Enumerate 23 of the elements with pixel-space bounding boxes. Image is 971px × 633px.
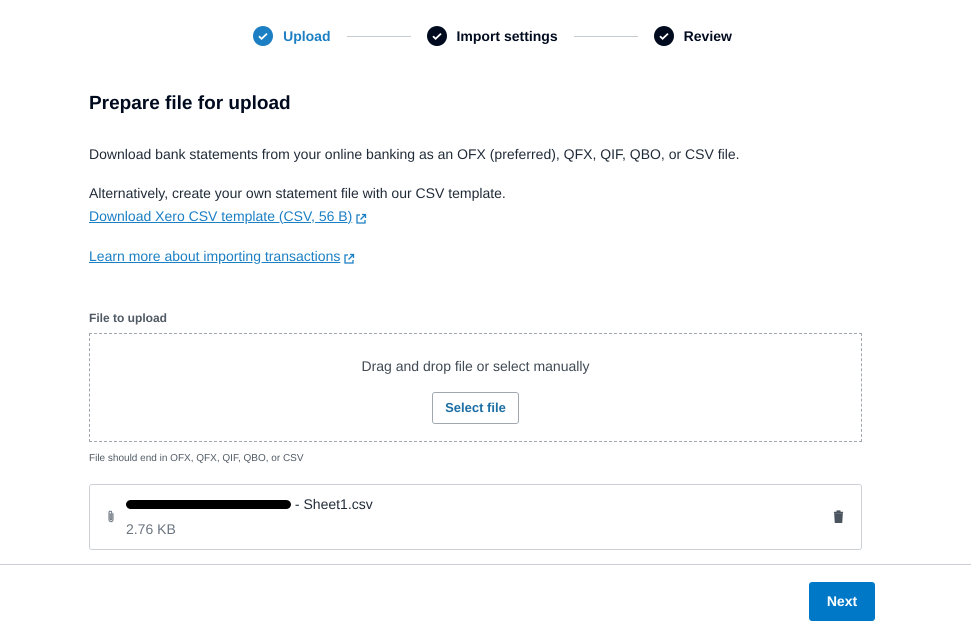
alternative-text: Alternatively, create your own statement file with our CSV template. bbox=[89, 184, 507, 203]
page-heading: Prepare file for upload bbox=[89, 92, 292, 116]
step-tab[interactable]: Import settings bbox=[426, 26, 558, 46]
file-size: 2.76 KB bbox=[126, 520, 177, 538]
check-circle-icon bbox=[253, 26, 274, 46]
check-circle-icon bbox=[654, 26, 674, 46]
link[interactable]: Download Xero CSV template (CSV, 56 B) bbox=[89, 206, 352, 226]
select-file-button[interactable]: Select file bbox=[432, 392, 519, 424]
external-link-icon bbox=[355, 212, 368, 224]
intro-text: Download bank statements from your online banking as an OFX (preferred), QFX, QIF, QBO, or CSV file. bbox=[89, 144, 740, 164]
drop-text: Drag and drop file or select manually bbox=[361, 356, 590, 376]
next-button[interactable]: Next bbox=[809, 582, 875, 621]
link[interactable]: Learn more about importing transactions bbox=[89, 246, 340, 266]
step-tab[interactable]: Upload bbox=[253, 26, 331, 46]
file-name: - Sheet1.csv bbox=[294, 494, 373, 514]
paperclip-icon bbox=[107, 509, 115, 524]
external-link-icon bbox=[343, 252, 356, 264]
field-label: File to upload bbox=[89, 310, 168, 326]
check-circle-icon bbox=[426, 26, 447, 46]
trash-icon[interactable] bbox=[833, 510, 844, 523]
hint-text: File should end in OFX, QFX, QIF, QBO, or CSV bbox=[89, 452, 305, 466]
drop-zone[interactable]: Drag and drop file or select manually Select file bbox=[89, 332, 862, 442]
step-tab[interactable]: Review bbox=[654, 26, 732, 46]
